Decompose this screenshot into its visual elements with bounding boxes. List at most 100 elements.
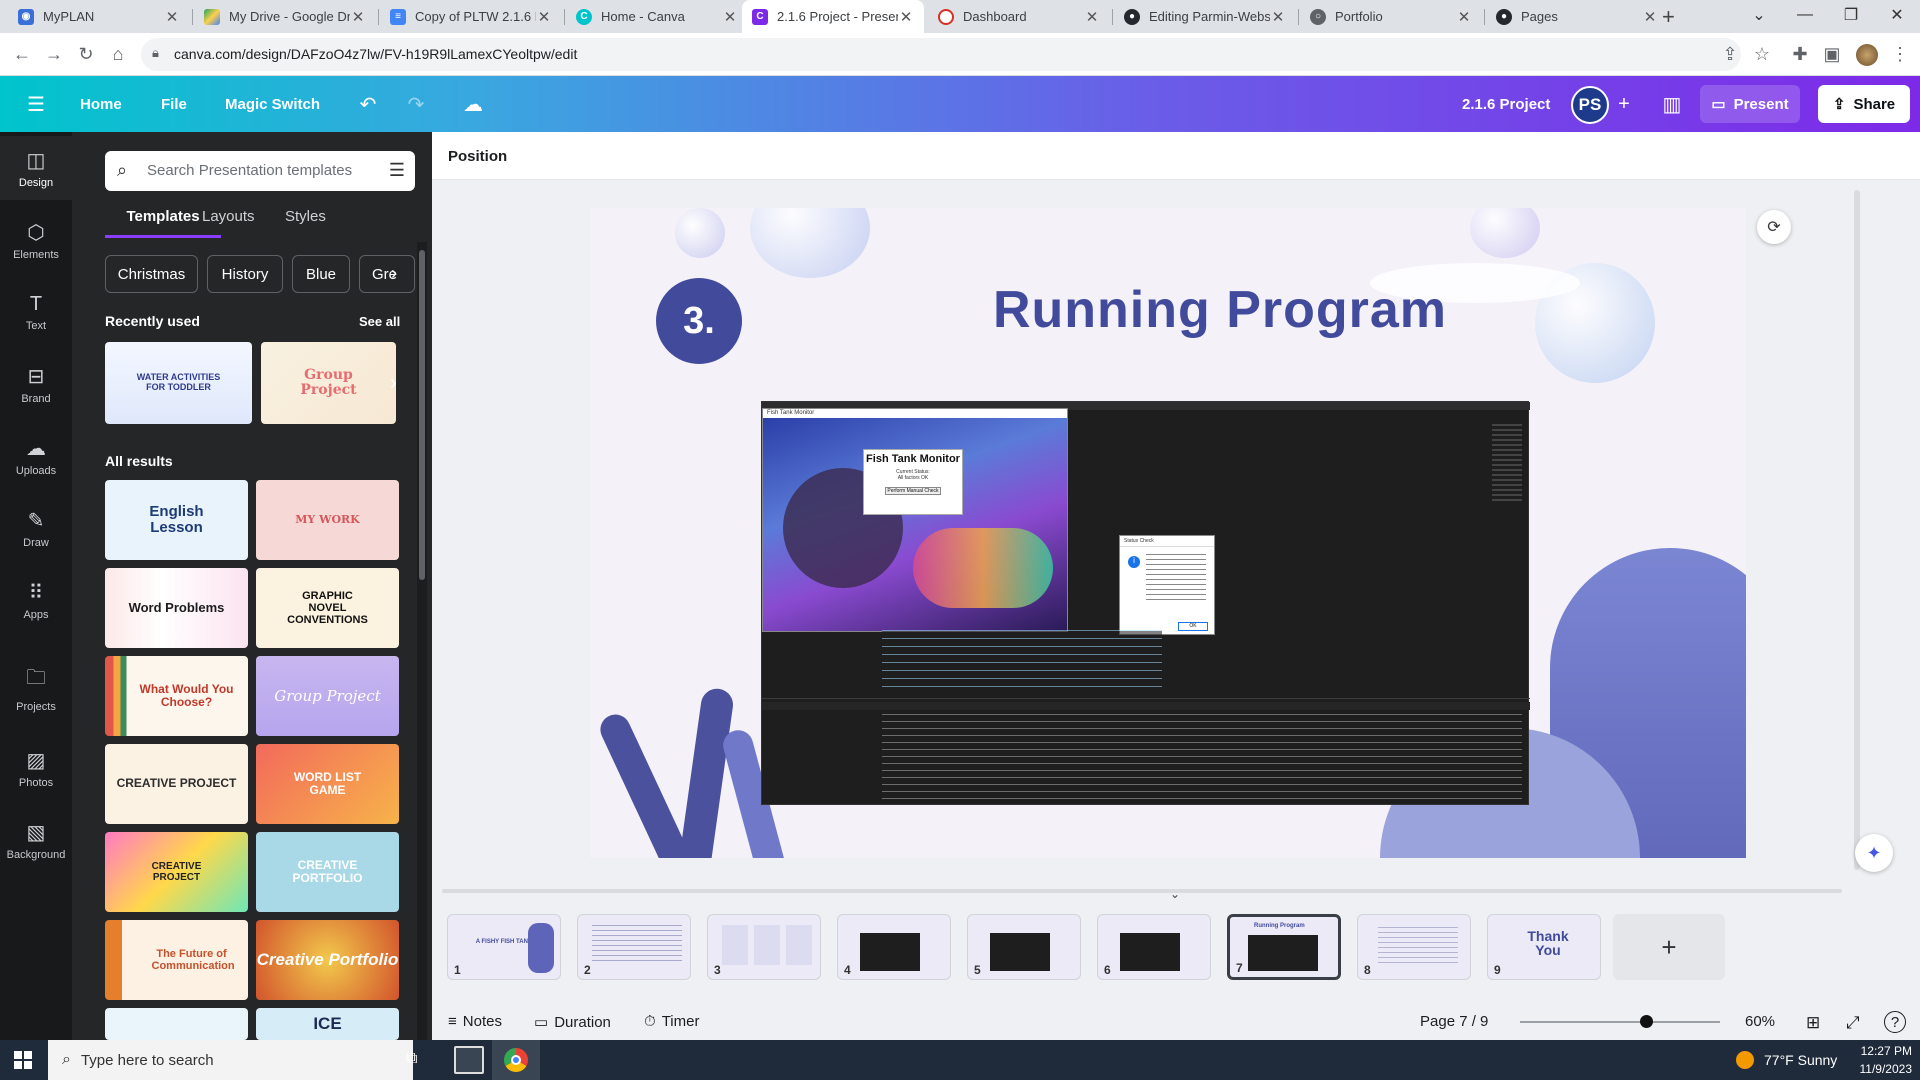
rail-item-background[interactable]: ▧ Background (0, 808, 72, 872)
tab-layouts[interactable]: Layouts (202, 208, 255, 225)
minimize-icon[interactable]: — (1782, 0, 1828, 30)
clock-time[interactable]: 12:27 PM (1856, 1044, 1912, 1058)
share-page-icon[interactable]: ⇪ (1716, 40, 1744, 68)
chevron-right-icon[interactable]: › (391, 263, 397, 284)
browser-tab[interactable]: ◉ MyPLAN ✕ (8, 0, 190, 33)
recent-template[interactable]: Group Project (261, 342, 396, 424)
browser-tab[interactable]: ● Pages ✕ (1486, 0, 1668, 33)
windows-start-icon[interactable] (14, 1051, 32, 1069)
rail-item-design[interactable]: ◫ Design (0, 136, 72, 200)
notes-button[interactable]: ≡ Notes (448, 1013, 502, 1030)
browser-tab[interactable]: ≡ Copy of PLTW 2.1.6 P ✕ (380, 0, 562, 33)
fullscreen-icon[interactable]: ⤢ (1846, 1013, 1860, 1033)
template-card[interactable]: ICE (256, 1008, 399, 1040)
slide-number-badge[interactable]: 3. (656, 278, 742, 364)
url-text[interactable]: canva.com/design/DAFzoO4z7lw/FV-h19R9lLa… (174, 46, 577, 62)
template-card[interactable]: English Lesson (105, 480, 248, 560)
close-icon[interactable]: ✕ (1456, 8, 1472, 26)
page-thumbnail[interactable]: 6 (1097, 914, 1211, 980)
profile-avatar[interactable] (1856, 44, 1878, 66)
slide-canvas[interactable]: 3. Running Program Fish Tank Monitor Fis… (590, 208, 1746, 858)
panel-scrollbar-thumb[interactable] (419, 250, 425, 580)
browser-tab[interactable]: ● Editing Parmin-Webs ✕ (1114, 0, 1296, 33)
reload-icon[interactable]: ↻ (72, 40, 100, 68)
file-menu-button[interactable]: File (161, 76, 187, 132)
template-card[interactable]: What Would You Choose? (105, 656, 248, 736)
hamburger-menu-icon[interactable]: ☰ (22, 90, 50, 118)
present-button[interactable]: ▭ Present (1700, 85, 1800, 123)
page-thumbnail[interactable]: A FISHY FISH TANK 1 (447, 914, 561, 980)
page-thumbnail[interactable]: 4 (837, 914, 951, 980)
chip-blue[interactable]: Blue (292, 255, 350, 293)
see-all-link[interactable]: See all (359, 314, 400, 329)
page-thumbnail[interactable]: 3 (707, 914, 821, 980)
template-card[interactable]: Group Project (256, 656, 399, 736)
file-explorer-icon[interactable] (454, 1046, 484, 1074)
template-card[interactable]: WORD LIST GAME (256, 744, 399, 824)
chip-history[interactable]: History (207, 255, 283, 293)
back-arrow-icon[interactable]: ← (8, 40, 36, 68)
project-title[interactable]: 2.1.6 Project (1462, 76, 1550, 132)
taskbar-search-input[interactable]: ⌕ Type here to search (48, 1040, 413, 1080)
zoom-level[interactable]: 60% (1745, 1013, 1775, 1030)
program-screenshot[interactable]: Fish Tank Monitor Fish Tank Monitor Curr… (761, 401, 1530, 805)
new-tab-button[interactable]: + (1662, 4, 1675, 30)
help-question-icon[interactable]: ? (1884, 1011, 1906, 1033)
add-page-button[interactable]: + (1613, 914, 1725, 980)
browser-tab[interactable]: ○ Portfolio ✕ (1300, 0, 1482, 33)
browser-tab-active[interactable]: C 2.1.6 Project - Presen ✕ (742, 0, 924, 33)
home-icon[interactable]: ⌂ (104, 40, 132, 68)
magic-switch-button[interactable]: Magic Switch (225, 76, 320, 132)
position-button[interactable]: Position (448, 148, 507, 165)
close-icon[interactable]: ✕ (1270, 8, 1286, 26)
rail-item-apps[interactable]: ⠿ Apps (0, 568, 72, 632)
rail-item-uploads[interactable]: ☁ Uploads (0, 424, 72, 488)
restore-icon[interactable]: ❐ (1828, 0, 1874, 30)
canvas-horizontal-scrollbar[interactable] (442, 889, 1842, 893)
tab-styles[interactable]: Styles (285, 208, 326, 225)
task-view-icon[interactable]: ⧉ (406, 1050, 417, 1068)
tab-search-chevron-icon[interactable]: ⌄ (1736, 0, 1782, 30)
zoom-slider-track[interactable] (1520, 1021, 1720, 1023)
template-card[interactable]: MY WORK (256, 480, 399, 560)
share-button[interactable]: ⇪ Share (1818, 85, 1910, 123)
page-thumbnail-active[interactable]: Running Program 7 (1227, 914, 1341, 980)
undo-icon[interactable]: ↶ (354, 90, 382, 118)
chevron-right-icon[interactable]: › (390, 372, 397, 395)
rail-item-elements[interactable]: ⬡ Elements (0, 208, 72, 272)
weather-sun-icon[interactable] (1736, 1051, 1754, 1069)
browser-tab[interactable]: Dashboard ✕ (928, 0, 1110, 33)
analytics-bar-chart-icon[interactable]: ▥ (1658, 90, 1686, 118)
close-icon[interactable]: ✕ (722, 8, 738, 26)
close-icon[interactable]: ✕ (350, 8, 366, 26)
template-search-input[interactable]: ⌕ Search Presentation templates ☰ (105, 151, 415, 191)
rail-item-photos[interactable]: ▨ Photos (0, 736, 72, 800)
close-icon[interactable]: ✕ (1642, 8, 1658, 26)
cloud-saved-icon[interactable]: ☁ (459, 90, 487, 118)
canvas-vertical-scrollbar-thumb[interactable] (1854, 190, 1860, 870)
page-indicator[interactable]: Page 7 / 9 (1420, 1013, 1488, 1030)
close-icon[interactable]: ✕ (1084, 8, 1100, 26)
extensions-puzzle-icon[interactable]: ✚ (1786, 40, 1814, 68)
page-thumbnail[interactable]: 8 (1357, 914, 1471, 980)
chip-green[interactable]: Gre (359, 255, 415, 293)
browser-tab[interactable]: C Home - Canva ✕ (566, 0, 748, 33)
close-icon[interactable]: ✕ (536, 8, 552, 26)
bookmark-star-icon[interactable]: ☆ (1748, 40, 1776, 68)
refresh-comment-icon[interactable]: ⟳ (1757, 210, 1791, 244)
rail-item-draw[interactable]: ✎ Draw (0, 496, 72, 560)
page-thumbnail[interactable]: 2 (577, 914, 691, 980)
template-card[interactable]: Word Problems (105, 568, 248, 648)
template-card[interactable]: CREATIVE PROJECT (105, 744, 248, 824)
magic-sparkle-icon[interactable]: ✦ (1855, 834, 1893, 872)
page-thumbnail[interactable]: 5 (967, 914, 1081, 980)
recent-template[interactable]: WATER ACTIVITIES FOR TODDLER (105, 342, 252, 424)
filter-sliders-icon[interactable]: ☰ (389, 160, 405, 181)
forward-arrow-icon[interactable]: → (40, 40, 68, 68)
add-collaborator-icon[interactable]: + (1610, 90, 1638, 118)
rail-item-text[interactable]: T Text (0, 280, 72, 344)
chip-christmas[interactable]: Christmas (105, 255, 198, 293)
slide-title[interactable]: Running Program (920, 280, 1520, 340)
template-card[interactable] (105, 1008, 248, 1040)
clock-date[interactable]: 11/9/2023 (1852, 1062, 1913, 1076)
